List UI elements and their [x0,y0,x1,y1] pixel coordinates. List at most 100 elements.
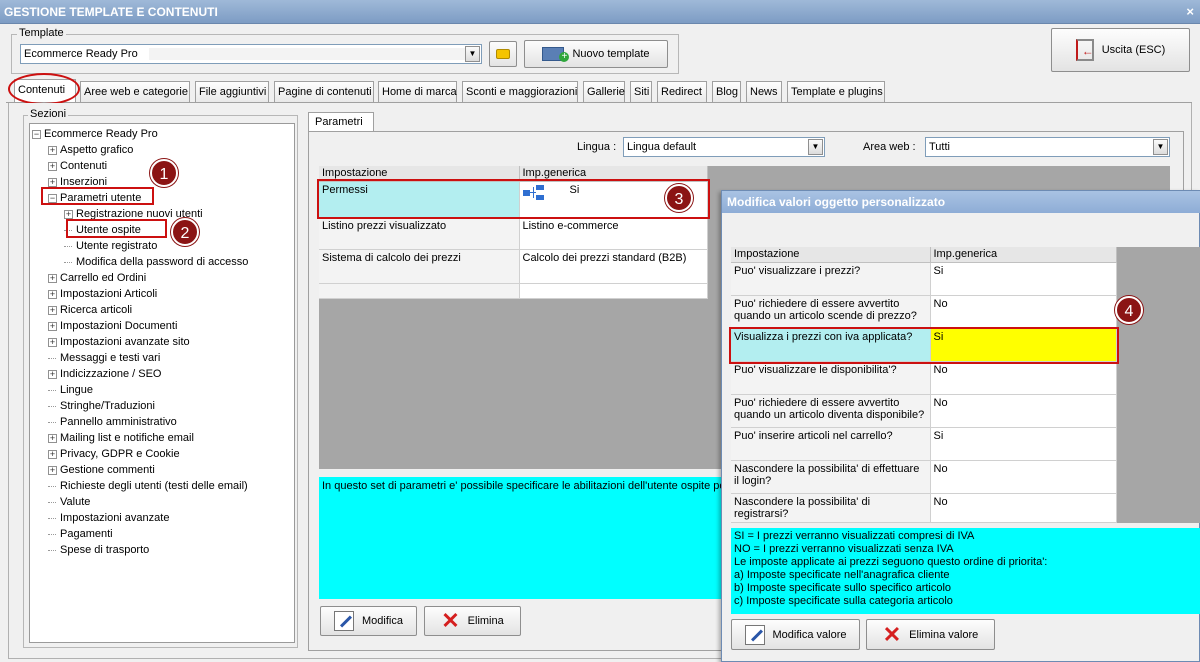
edit-value-button[interactable]: Modifica valore [731,619,860,650]
row-value[interactable]: No [930,361,1117,395]
new-template-button[interactable]: + Nuovo template [524,40,668,68]
row-value[interactable]: No [930,460,1117,494]
expand-icon[interactable]: + [64,209,73,219]
chevron-down-icon[interactable]: ▼ [465,46,480,62]
collapse-icon[interactable]: − [32,129,41,139]
tree-item[interactable]: − Ecommerce Ready Pro [32,126,158,142]
help-line: b) Imposte specificate sullo specifico a… [734,582,952,594]
chevron-down-icon[interactable]: ▼ [1153,139,1168,155]
template-select[interactable]: Ecommerce Ready Pro ▼ [20,44,482,64]
col-impostazione: Impostazione [731,247,931,263]
tab-item[interactable]: Pagine di contenuti [274,81,374,103]
tree-item-label: Richieste degli utenti (testi delle emai… [60,480,248,492]
row-name: Puo' inserire articoli nel carrello? [731,427,931,461]
table-row[interactable]: Puo' inserire articoli nel carrello? Si [731,427,1117,461]
tab-item[interactable]: Sconti e maggiorazioni [462,81,578,103]
step-badge-4: 4 [1115,296,1143,324]
tree-item[interactable]: + Carrello ed Ordini [48,270,146,286]
delete-button[interactable]: ✕ Elimina [424,606,521,636]
tree-item[interactable]: Messaggi e testi vari [48,350,160,366]
row-value[interactable]: No [930,493,1117,523]
expand-icon[interactable]: + [48,433,57,443]
expand-icon[interactable]: + [48,337,57,347]
tree-item[interactable]: Valute [48,494,90,510]
expand-icon[interactable]: + [48,145,57,155]
expand-icon[interactable]: + [48,273,57,283]
tree-item-label: Modifica della password di accesso [76,256,249,268]
tree-item[interactable]: Lingue [48,382,93,398]
tree-connector [48,421,56,423]
expand-icon[interactable]: + [48,465,57,475]
dialog-grid[interactable]: Impostazione Imp.generica Puo' visualizz… [731,247,1117,523]
tab-item[interactable]: Home di marca [378,81,457,103]
row-value[interactable]: No [930,394,1117,428]
area-select[interactable]: Tutti ▼ [925,137,1170,157]
tab-item[interactable]: Siti [630,81,652,103]
tree-item[interactable]: Spese di trasporto [48,542,149,558]
tab-item[interactable]: Redirect [657,81,707,103]
annotation-box-3 [317,179,710,219]
tree-item[interactable]: + Impostazioni avanzate sito [48,334,190,350]
tab-item[interactable]: News [746,81,782,103]
tree-item[interactable]: Impostazioni avanzate [48,510,169,526]
edit-button[interactable]: Modifica [320,606,417,636]
table-row[interactable]: Listino prezzi visualizzato Listino e-co… [319,217,708,250]
table-row[interactable]: Nascondere la possibilita' di effettuare… [731,460,1117,494]
step-badge-3: 3 [665,184,693,212]
help-line: Le imposte applicate ai prezzi seguono q… [734,556,1048,568]
expand-icon[interactable]: + [48,161,57,171]
tab-item[interactable]: Gallerie [583,81,625,103]
tab-item[interactable]: Template e plugins [787,81,885,103]
tree-connector [48,501,56,503]
expand-icon[interactable]: + [48,449,57,459]
tree-item[interactable]: + Ricerca articoli [48,302,132,318]
delete-value-button[interactable]: ✕ Elimina valore [866,619,995,650]
close-icon[interactable]: × [1186,0,1194,24]
row-value[interactable]: Si [930,262,1117,296]
exit-button[interactable]: ← Uscita (ESC) [1051,28,1190,72]
lingua-select[interactable]: Lingua default ▼ [623,137,825,157]
tab-item[interactable]: File aggiuntivi [195,81,269,103]
table-row[interactable]: Puo' visualizzare le disponibilita'? No [731,361,1117,395]
table-row[interactable]: Puo' richiedere di essere avvertito quan… [731,394,1117,428]
tree-item-label: Impostazioni avanzate [60,512,170,524]
expand-icon[interactable]: + [48,289,57,299]
tree-connector [48,389,56,391]
row-name: Nascondere la possibilita' di registrars… [731,493,931,523]
chevron-down-icon[interactable]: ▼ [808,139,823,155]
delete-value-label: Elimina valore [909,628,979,641]
tree-item[interactable]: Richieste degli utenti (testi delle emai… [48,478,248,494]
area-value: Tutti [929,141,950,153]
expand-icon[interactable]: + [48,321,57,331]
tab-item[interactable]: Blog [712,81,741,103]
edit-pencil-icon [744,624,765,645]
tree-item[interactable]: Pagamenti [48,526,113,542]
table-row[interactable]: Puo' visualizzare i prezzi? Si [731,262,1117,296]
expand-icon[interactable]: + [48,305,57,315]
tab-parametri[interactable]: Parametri [308,112,374,132]
table-row[interactable]: Nascondere la possibilita' di registrars… [731,493,1117,523]
expand-icon[interactable]: + [48,177,57,187]
tree-item[interactable]: + Impostazioni Articoli [48,286,157,302]
tree-item[interactable]: + Privacy, GDPR e Cookie [48,446,180,462]
tree-item[interactable]: + Impostazioni Documenti [48,318,177,334]
tree-item[interactable]: Utente registrato [64,238,157,254]
tree-item[interactable]: Pannello amministrativo [48,414,177,430]
params-description: In questo set di parametri e' possibile … [319,477,723,599]
table-row[interactable]: Puo' richiedere di essere avvertito quan… [731,295,1117,329]
template-label: Template [17,27,66,39]
expand-icon[interactable]: + [48,369,57,379]
tree-item[interactable]: + Mailing list e notifiche email [48,430,194,446]
table-row[interactable]: Sistema di calcolo dei prezzi Calcolo de… [319,249,708,284]
tree-item[interactable]: + Gestione commenti [48,462,155,478]
tab-item[interactable]: Aree web e categorie [80,81,190,103]
row-value[interactable]: Si [930,427,1117,461]
tree-item[interactable]: + Contenuti [48,158,107,174]
open-template-button[interactable] [489,41,517,67]
tree-item[interactable]: + Aspetto grafico [48,142,133,158]
row-value[interactable]: No [930,295,1117,329]
tree-item[interactable]: + Indicizzazione / SEO [48,366,162,382]
tree-item[interactable]: Modifica della password di accesso [64,254,248,270]
sections-label: Sezioni [28,108,69,120]
tree-item[interactable]: Stringhe/Traduzioni [48,398,155,414]
